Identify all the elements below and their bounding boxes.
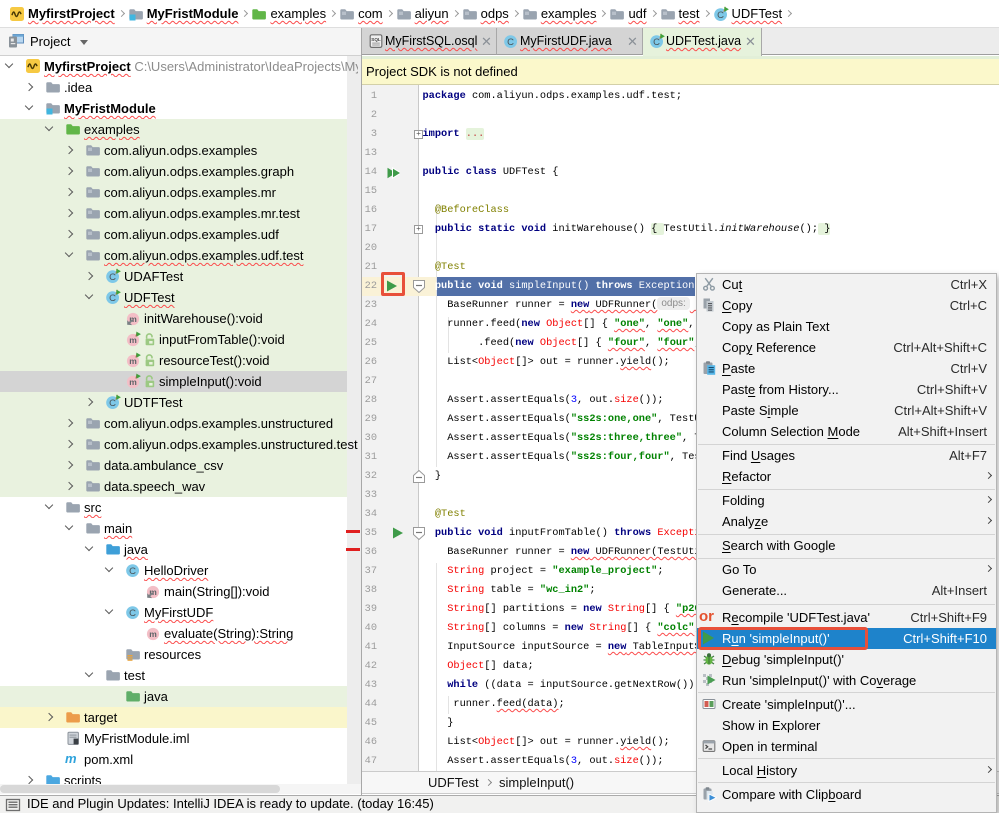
svg-text:C: C [129,566,136,577]
svg-text:m: m [129,377,137,387]
svg-text:C: C [109,293,116,304]
svg-text:C: C [717,10,724,21]
svg-text:C: C [507,37,514,48]
svg-text:m: m [149,629,157,639]
svg-text:C: C [109,398,116,409]
svg-text:C: C [109,272,116,283]
svg-text:C: C [653,37,660,48]
svg-text:SQL: SQL [371,37,381,42]
svg-text:C: C [129,608,136,619]
svg-text:m: m [129,335,137,345]
svg-text:m: m [129,356,137,366]
